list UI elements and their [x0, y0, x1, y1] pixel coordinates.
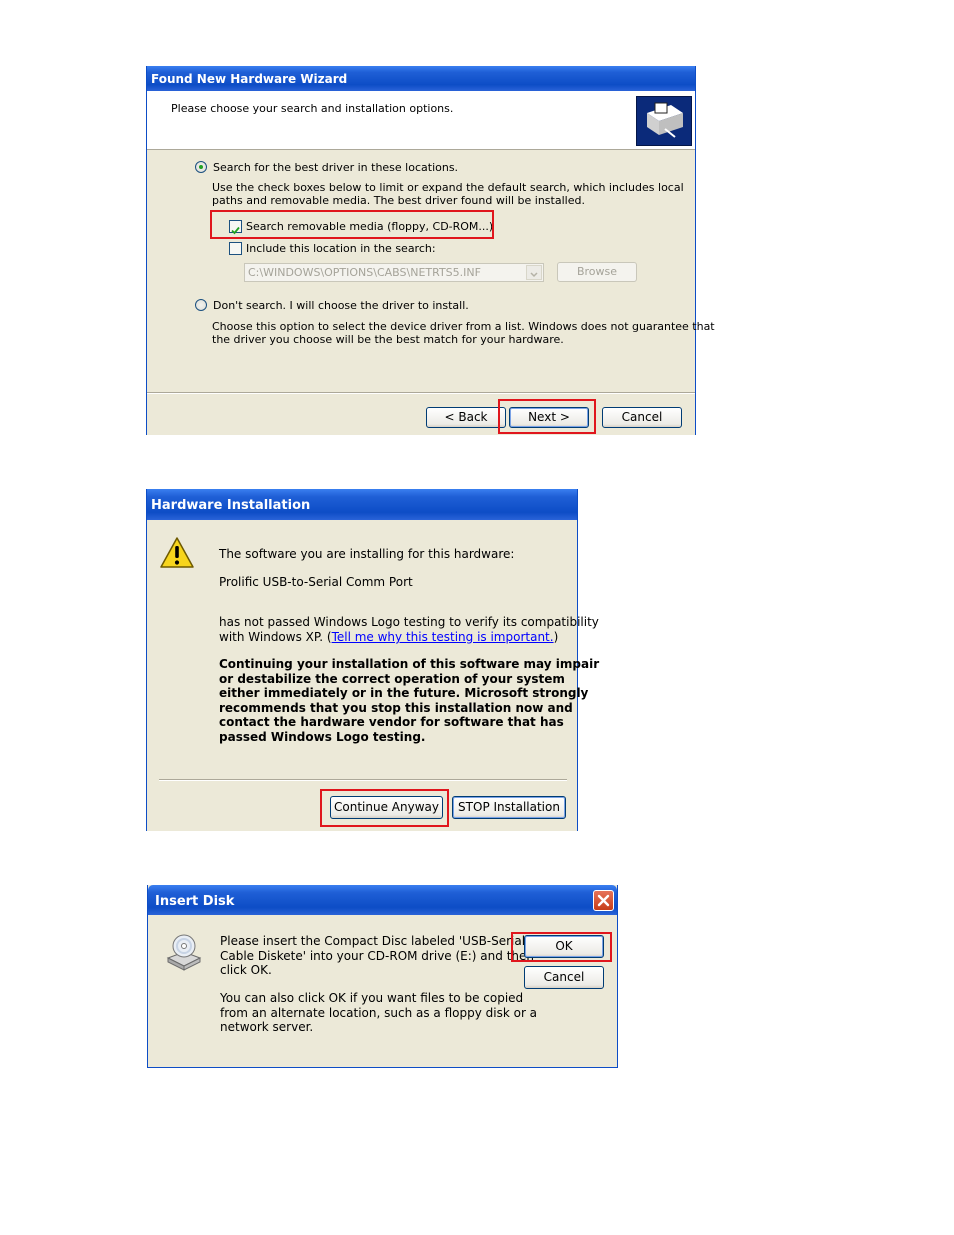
warning-line: either immediately or in the future. Mic…: [219, 686, 589, 700]
location-path-combobox[interactable]: C:\WINDOWS\OPTIONS\CABS\NETRTS5.INF: [244, 263, 544, 282]
dont-search-description-2: the driver you choose will be the best m…: [212, 333, 564, 346]
hardware-line1: The software you are installing for this…: [219, 547, 515, 561]
warning-line: Continuing your installation of this sof…: [219, 657, 600, 671]
option-search-label: Search for the best driver in these loca…: [213, 161, 459, 174]
radio-dont-search[interactable]: [195, 299, 207, 311]
insert-disk-dialog: Insert Disk Please insert the Compact Di…: [147, 885, 618, 1068]
include-location-label: Include this location in the search:: [246, 242, 436, 255]
hardware-line2: has not passed Windows Logo testing to v…: [219, 615, 599, 629]
checkbox-include-location[interactable]: [229, 242, 242, 255]
location-path-value: C:\WINDOWS\OPTIONS\CABS\NETRTS5.INF: [248, 266, 481, 279]
chevron-down-icon[interactable]: [526, 265, 542, 280]
wizard-titlebar[interactable]: Found New Hardware Wizard: [147, 66, 695, 91]
insert-text-2: You can also click OK if you want files …: [220, 991, 537, 1035]
wizard-header-text: Please choose your search and installati…: [171, 102, 454, 115]
warning-line: recommends that you stop this installati…: [219, 700, 573, 715]
hardware-installation-dialog: Hardware Installation The software you a…: [146, 489, 599, 831]
warning-line: passed Windows Logo testing.: [219, 729, 426, 744]
browse-button[interactable]: Browse: [557, 262, 637, 282]
warning-line: contact the hardware vendor for software…: [219, 715, 564, 729]
search-description-2: paths and removable media. The best driv…: [212, 194, 585, 207]
stop-installation-button[interactable]: STOP Installation: [452, 796, 566, 819]
insert-text-1: Please insert the Compact Disc labeled '…: [220, 934, 534, 978]
found-new-hardware-wizard: Found New Hardware Wizard Please choose …: [146, 66, 715, 435]
highlight-next-button: [498, 399, 596, 434]
highlight-removable-media: [210, 210, 494, 239]
insert-text-line: Cable Diskete' into your CD-ROM drive (E…: [220, 948, 534, 963]
option-dont-search-label: Don't search. I will choose the driver t…: [213, 299, 469, 312]
insert-titlebar[interactable]: Insert Disk: [148, 885, 617, 915]
back-button[interactable]: < Back: [426, 407, 506, 428]
close-icon[interactable]: [593, 890, 614, 911]
warning-paragraph: Continuing your installation of this sof…: [219, 657, 599, 744]
insert-text-line: network server.: [220, 1020, 314, 1034]
hardware-line3-prefix: with Windows XP. (: [219, 630, 332, 644]
search-description-1: Use the check boxes below to limit or ex…: [212, 181, 684, 194]
wizard-title: Found New Hardware Wizard: [151, 72, 348, 86]
logo-testing-link[interactable]: Tell me why this testing is important.: [332, 630, 554, 644]
hardware-wizard-icon: [636, 96, 692, 146]
radio-search-best-driver[interactable]: [195, 161, 207, 173]
cancel-button[interactable]: Cancel: [602, 407, 682, 428]
hardware-divider: [159, 779, 567, 781]
highlight-ok-button: [511, 932, 612, 962]
insert-text-line: from an alternate location, such as a fl…: [220, 1005, 538, 1020]
insert-title: Insert Disk: [155, 894, 235, 909]
hardware-title: Hardware Installation: [151, 498, 311, 513]
insert-text-line: click OK.: [220, 963, 272, 977]
warning-line: or destabilize the correct operation of …: [219, 671, 565, 686]
insert-cancel-button[interactable]: Cancel: [524, 966, 604, 989]
wizard-divider: [147, 392, 695, 394]
dont-search-description-1: Choose this option to select the device …: [212, 320, 715, 333]
hardware-line3-suffix: ): [553, 630, 559, 644]
wizard-header-panel: Please choose your search and installati…: [147, 91, 695, 150]
highlight-continue-anyway: [320, 789, 449, 827]
cd-drive-icon: [164, 932, 204, 972]
hardware-line3: with Windows XP. (Tell me why this testi…: [219, 630, 558, 644]
insert-text-line: You can also click OK if you want files …: [220, 991, 524, 1005]
insert-text-line: Please insert the Compact Disc labeled '…: [220, 934, 526, 948]
warning-icon: [159, 536, 195, 570]
hardware-titlebar[interactable]: Hardware Installation: [147, 489, 577, 520]
radio-selected-dot: [199, 165, 203, 169]
device-name: Prolific USB-to-Serial Comm Port: [219, 575, 413, 589]
